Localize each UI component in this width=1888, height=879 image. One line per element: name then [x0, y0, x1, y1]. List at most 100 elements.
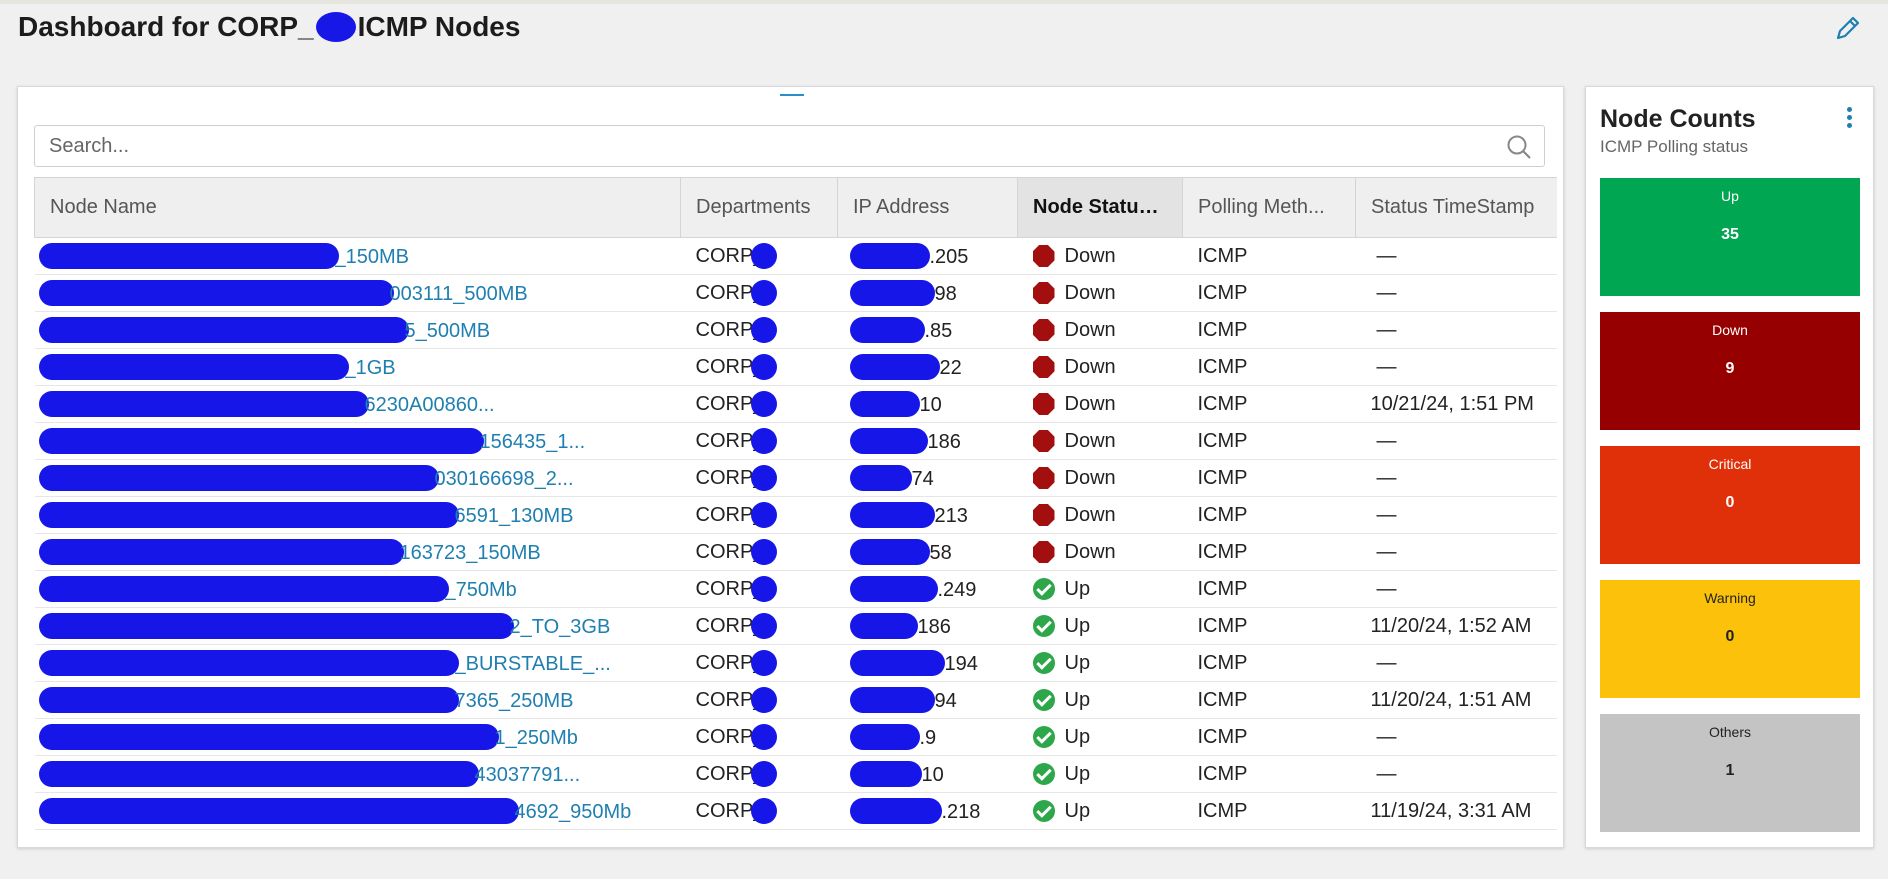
column-header-polling-method[interactable]: Polling Meth...: [1182, 177, 1356, 238]
department-cell: CORP_: [680, 718, 838, 756]
table-row[interactable]: _750Mb CORP_ .249 Up ICMP —: [34, 570, 1557, 608]
more-options-icon[interactable]: [1845, 107, 1853, 129]
node-status-cell: Down: [1017, 237, 1183, 275]
node-name-link[interactable]: 5_500MB: [34, 311, 681, 349]
polling-method-cell: ICMP: [1182, 792, 1356, 830]
node-name-link[interactable]: 163723_150MB: [34, 533, 681, 571]
status-tile-down[interactable]: Down 9: [1600, 312, 1860, 430]
node-name-link[interactable]: _150MB: [34, 237, 681, 275]
node-name-link[interactable]: 6230A00860...: [34, 385, 681, 423]
node-name-link[interactable]: _BURSTABLE_...: [34, 644, 681, 682]
node-name-link[interactable]: 43037791...: [34, 755, 681, 793]
column-header-node-status[interactable]: Node Status...: [1017, 177, 1183, 238]
node-counts-subtitle: ICMP Polling status: [1600, 137, 1749, 156]
node-name-link[interactable]: _1GB: [34, 348, 681, 386]
node-name-link[interactable]: 2_TO_3GB: [34, 607, 681, 645]
node-name-link[interactable]: 030166698_2...: [34, 459, 681, 497]
department-cell: CORP_: [680, 422, 838, 460]
table-row[interactable]: 003111_500MB CORP_ 98 Down ICMP —: [34, 274, 1557, 312]
node-name-link[interactable]: 156435_1...: [34, 422, 681, 460]
status-tile-up[interactable]: Up 35: [1600, 178, 1860, 296]
node-name-link[interactable]: 6591_130MB: [34, 496, 681, 534]
department-cell: CORP_: [680, 274, 838, 312]
node-status-text: Up: [1064, 688, 1091, 711]
node-name-link[interactable]: 950Mb: [34, 829, 681, 832]
node-status-cell: Down: [1017, 274, 1183, 312]
node-status-cell: Up: [1017, 570, 1183, 608]
status-up-icon: [1032, 652, 1055, 674]
ip-address-text: 58: [929, 542, 952, 564]
node-status-cell: Down: [1017, 533, 1183, 571]
table-row[interactable]: _150MB CORP_ .205 Down ICMP —: [34, 237, 1557, 275]
redaction: [849, 539, 930, 565]
table-row[interactable]: 6591_130MB CORP_ 213 Down ICMP —: [34, 496, 1557, 534]
table-row[interactable]: 156435_1... CORP_ 186 Down ICMP —: [34, 422, 1557, 460]
column-header-node-name[interactable]: Node Name: [34, 177, 681, 238]
nodes-table-widget: Node Name Departments IP Address Node St…: [17, 86, 1564, 848]
status-timestamp-cell: 11/19/24, 3:31 AM: [1355, 792, 1557, 830]
edit-pencil-icon[interactable]: [1834, 14, 1862, 42]
table-row[interactable]: 5_500MB CORP_ .85 Down ICMP —: [34, 311, 1557, 349]
status-timestamp-text: 10/21/24, 1:51 PM: [1370, 392, 1534, 415]
polling-method-cell: ICMP: [1182, 348, 1356, 386]
nodes-table: Node Name Departments IP Address Node St…: [34, 177, 1557, 832]
node-status-text: Down: [1064, 540, 1116, 563]
ip-address-cell: 98: [837, 274, 1018, 312]
status-timestamp-text: —: [1376, 540, 1397, 563]
table-row[interactable]: 1_250Mb CORP_ .9 Up ICMP —: [34, 718, 1557, 756]
table-row[interactable]: _BURSTABLE_... CORP_ 194 Up ICMP —: [34, 644, 1557, 682]
table-body: _150MB CORP_ .205 Down ICMP —003111_500MB CORP…: [34, 237, 1557, 832]
department-cell: CORP_: [680, 496, 838, 534]
column-header-ip-address[interactable]: IP Address: [837, 177, 1018, 238]
node-name-link[interactable]: 1_250Mb: [34, 718, 681, 756]
search-input[interactable]: [35, 126, 1475, 166]
redaction: [750, 428, 777, 454]
ip-address-text: 213: [934, 505, 968, 527]
polling-method-cell: ICMP: [1182, 533, 1356, 571]
sort-desc-icon: [1168, 204, 1181, 212]
status-up-icon: [1032, 578, 1055, 600]
node-name-link[interactable]: 003111_500MB: [34, 274, 681, 312]
status-down-icon: [1032, 319, 1055, 341]
ip-address-cell: 194: [837, 644, 1018, 682]
status-tile-count: 0: [1725, 628, 1735, 645]
ip-address-cell: 58: [837, 533, 1018, 571]
node-status-text: Down: [1064, 318, 1116, 341]
status-tile-others[interactable]: Others 1: [1600, 714, 1860, 832]
status-timestamp-text: —: [1376, 651, 1397, 674]
table-row[interactable]: 950MbCORP_202UpICMP—: [34, 829, 1557, 832]
redaction: [750, 687, 777, 713]
table-row[interactable]: 030166698_2... CORP_ 74 Down ICMP —: [34, 459, 1557, 497]
status-tile-critical[interactable]: Critical 0: [1600, 446, 1860, 564]
department-cell: CORP_: [680, 459, 838, 497]
table-row[interactable]: 6230A00860... CORP_ 10 Down ICMP 10/21/24, 1:…: [34, 385, 1557, 423]
node-name-link[interactable]: _750Mb: [34, 570, 681, 608]
redaction: [750, 243, 777, 269]
status-down-icon: [1032, 245, 1055, 267]
redaction: [750, 650, 777, 676]
table-row[interactable]: _1GB CORP_ 22 Down ICMP —: [34, 348, 1557, 386]
node-counts-widget: Node Counts ICMP Polling status Up 35 Down…: [1585, 86, 1874, 848]
polling-method-cell: ICMP: [1182, 718, 1356, 756]
node-status-text: Up: [1064, 725, 1091, 748]
table-row[interactable]: 163723_150MB CORP_ 58 Down ICMP —: [34, 533, 1557, 571]
node-name-link[interactable]: 7365_250MB: [34, 681, 681, 719]
status-timestamp-text: —: [1376, 762, 1397, 785]
widget-drag-handle[interactable]: [780, 94, 804, 96]
table-row[interactable]: 43037791... CORP_ 10 Up ICMP —: [34, 755, 1557, 793]
redaction: [38, 724, 499, 750]
column-header-departments[interactable]: Departments: [680, 177, 838, 238]
table-row[interactable]: 7365_250MB CORP_ 94 Up ICMP 11/20/24, 1:51 AM: [34, 681, 1557, 719]
table-row[interactable]: 2_TO_3GB CORP_ 186 Up ICMP 11/20/24, 1:52 AM: [34, 607, 1557, 645]
status-down-icon: [1032, 282, 1055, 304]
column-header-status-timestamp[interactable]: Status TimeStamp: [1355, 177, 1557, 238]
status-up-icon: [1032, 800, 1055, 822]
redaction: [849, 502, 935, 528]
node-name-link[interactable]: 4692_950Mb: [34, 792, 681, 830]
status-timestamp-cell: —: [1355, 237, 1557, 275]
search-icon[interactable]: [1506, 134, 1532, 160]
node-name-text: _BURSTABLE_...: [454, 653, 611, 675]
status-tile-warning[interactable]: Warning 0: [1600, 580, 1860, 698]
status-timestamp-cell: —: [1355, 829, 1557, 832]
table-row[interactable]: 4692_950Mb CORP_ .218 Up ICMP 11/19/24, 3:31 …: [34, 792, 1557, 830]
